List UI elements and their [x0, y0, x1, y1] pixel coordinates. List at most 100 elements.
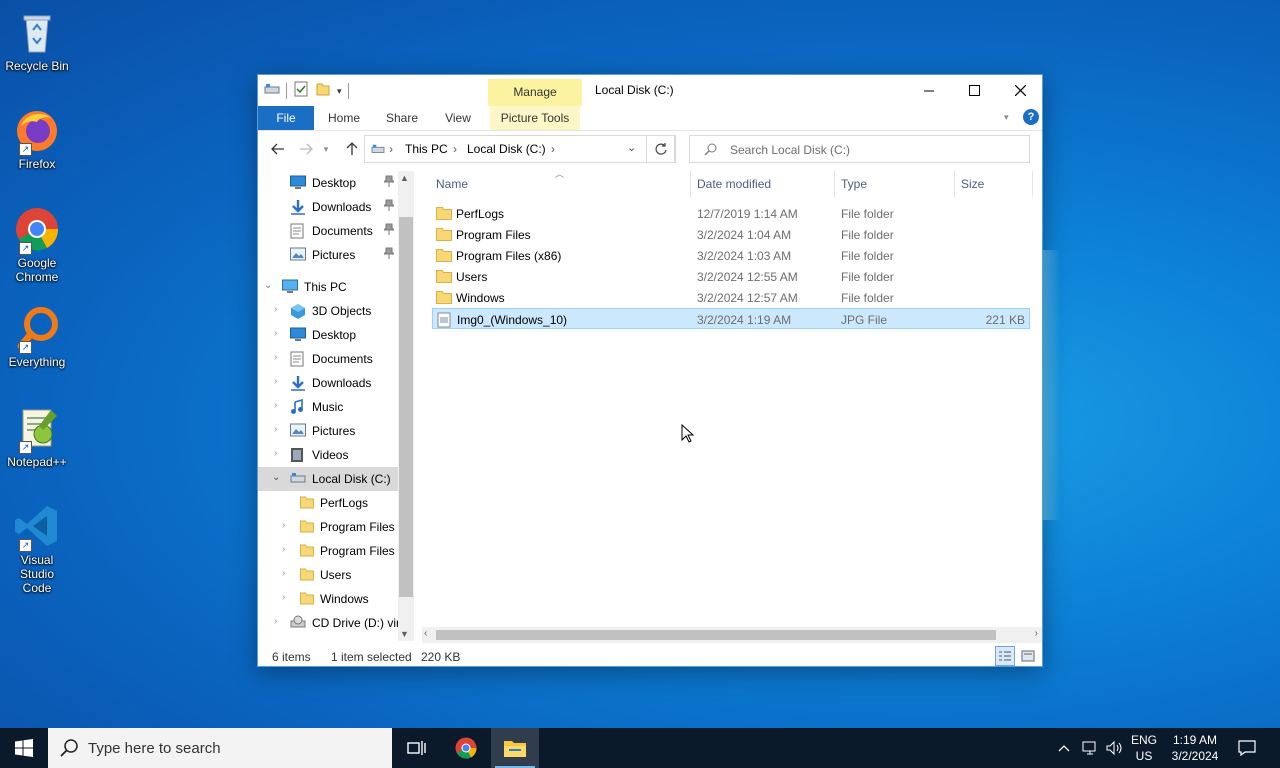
nav-item-downloads-pc[interactable]: › Downloads	[258, 371, 398, 395]
nav-item-documents-pc[interactable]: › Documents	[258, 347, 398, 371]
nav-item-program-files[interactable]: › Program Files	[258, 515, 398, 539]
scroll-up-icon[interactable]: ▲	[400, 173, 409, 183]
chevron-right-icon[interactable]: ›	[282, 592, 285, 603]
pin-icon[interactable]	[382, 247, 396, 262]
nav-item-local-disk[interactable]: ⌄ Local Disk (C:)	[258, 467, 398, 491]
file-row-selected[interactable]: Img0_(Windows_10) 3/2/2024 1:19 AM JPG F…	[432, 308, 1030, 329]
nav-item-3d-objects[interactable]: › 3D Objects	[258, 299, 398, 323]
desktop-icon-everything[interactable]: ↗ Everything	[4, 304, 70, 369]
file-row[interactable]: Program Files (x86) 3/2/2024 1:03 AM Fil…	[432, 245, 1030, 266]
pin-icon[interactable]	[382, 223, 396, 238]
tab-file[interactable]: File	[258, 106, 314, 130]
volume-button[interactable]	[1106, 728, 1126, 768]
column-header-type[interactable]: Type	[841, 171, 867, 197]
chevron-right-icon[interactable]: ›	[282, 568, 285, 579]
expand-ribbon-icon[interactable]: ▾	[1004, 112, 1009, 123]
drive-icon[interactable]	[264, 82, 280, 101]
nav-item-pictures[interactable]: Pictures	[258, 243, 398, 267]
pin-icon[interactable]	[382, 199, 396, 214]
breadcrumb-local-disk[interactable]: Local Disk (C:)	[467, 142, 546, 156]
new-folder-icon[interactable]	[315, 81, 331, 102]
nav-item-cd-drive[interactable]: › CD Drive (D:) virt	[258, 611, 403, 635]
column-separator[interactable]	[954, 171, 955, 197]
nav-item-desktop[interactable]: Desktop	[258, 171, 398, 195]
network-button[interactable]	[1082, 728, 1102, 768]
large-icons-view-button[interactable]	[1018, 646, 1038, 666]
column-separator[interactable]	[690, 171, 691, 197]
scrollbar-thumb[interactable]	[436, 630, 996, 640]
minimize-button[interactable]	[906, 75, 952, 106]
desktop-icon-notepadpp[interactable]: ↗ Notepad++	[4, 404, 70, 469]
nav-item-documents[interactable]: Documents	[258, 219, 398, 243]
task-view-button[interactable]	[392, 728, 440, 768]
file-row[interactable]: Program Files 3/2/2024 1:04 AM File fold…	[432, 224, 1030, 245]
column-header-date[interactable]: Date modified	[697, 171, 771, 197]
manage-contextual-tab[interactable]: Manage	[488, 79, 582, 106]
address-dropdown-chevron-icon[interactable]: ⌄	[627, 141, 636, 154]
chevron-right-icon[interactable]: ›	[274, 424, 277, 435]
chrome-taskbar-button[interactable]	[442, 728, 490, 768]
chevron-right-icon[interactable]: ›	[274, 328, 277, 339]
chevron-right-icon[interactable]: ›	[274, 376, 277, 387]
desktop-icon-vscode[interactable]: ↗ Visual Studio Code	[4, 502, 70, 595]
tab-picture-tools[interactable]: Picture Tools	[490, 106, 580, 130]
nav-item-videos[interactable]: › Videos	[258, 443, 398, 467]
chevron-right-icon[interactable]: ›	[274, 304, 277, 315]
horizontal-scrollbar[interactable]: ‹ ›	[422, 627, 1042, 643]
start-button[interactable]	[0, 728, 48, 768]
desktop-icon-chrome[interactable]: ↗ Google Chrome	[4, 205, 70, 284]
tab-share[interactable]: Share	[378, 106, 426, 130]
nav-pane-scrollbar[interactable]: ▲ ▼	[398, 171, 414, 641]
taskbar-search-box[interactable]: Type here to search	[48, 728, 392, 768]
scroll-left-icon[interactable]: ‹	[424, 628, 427, 639]
close-button[interactable]	[997, 75, 1043, 106]
desktop-icon-firefox[interactable]: ↗ Firefox	[4, 106, 70, 171]
tab-home[interactable]: Home	[320, 106, 368, 130]
action-center-button[interactable]	[1232, 728, 1262, 768]
nav-item-pictures-pc[interactable]: › Pictures	[258, 419, 398, 443]
nav-item-users[interactable]: › Users	[258, 563, 398, 587]
tab-view[interactable]: View	[434, 106, 482, 130]
details-view-button[interactable]	[995, 646, 1015, 666]
properties-icon[interactable]	[293, 81, 309, 102]
column-header-size[interactable]: Size	[961, 171, 984, 197]
forward-button[interactable]	[296, 139, 316, 159]
file-row[interactable]: Windows 3/2/2024 12:57 AM File folder	[432, 287, 1030, 308]
help-icon[interactable]: ?	[1023, 109, 1039, 125]
file-explorer-taskbar-button[interactable]	[491, 728, 539, 768]
clock[interactable]: 1:19 AM 3/2/2024	[1164, 728, 1226, 768]
nav-item-program-files-x86[interactable]: › Program Files (	[258, 539, 402, 563]
chevron-down-icon[interactable]: ⌄	[264, 280, 272, 291]
nav-item-this-pc[interactable]: ⌄ This PC	[258, 275, 398, 299]
chevron-down-icon[interactable]: ⌄	[272, 472, 280, 483]
nav-item-windows[interactable]: › Windows	[258, 587, 398, 611]
chevron-right-icon[interactable]: ›	[274, 400, 277, 411]
file-row[interactable]: PerfLogs 12/7/2019 1:14 AM File folder	[432, 203, 1030, 224]
show-hidden-icons-button[interactable]	[1058, 728, 1074, 768]
nav-item-desktop-pc[interactable]: › Desktop	[258, 323, 398, 347]
scroll-right-icon[interactable]: ›	[1035, 628, 1038, 639]
column-separator[interactable]	[1032, 171, 1033, 197]
back-button[interactable]	[268, 139, 288, 159]
search-box[interactable]: Search Local Disk (C:)	[689, 135, 1030, 163]
nav-item-perflogs[interactable]: PerfLogs	[258, 491, 398, 515]
chevron-right-icon[interactable]: ›	[282, 520, 285, 531]
chevron-right-icon[interactable]: ›	[274, 616, 277, 627]
input-language-button[interactable]: ENG US	[1130, 728, 1158, 768]
chevron-right-icon[interactable]: ›	[274, 352, 277, 363]
scroll-down-icon[interactable]: ▼	[400, 629, 409, 639]
chevron-right-icon[interactable]: ›	[282, 544, 285, 555]
column-header-name[interactable]: Name	[436, 171, 468, 197]
nav-item-music[interactable]: › Music	[258, 395, 398, 419]
address-bar[interactable]: › This PC › Local Disk (C:) › ⌄	[364, 135, 675, 163]
breadcrumb-this-pc[interactable]: This PC	[405, 142, 448, 156]
recent-locations-chevron-icon[interactable]: ▾	[320, 139, 332, 159]
column-separator[interactable]	[834, 171, 835, 197]
maximize-button[interactable]	[951, 75, 997, 106]
desktop-icon-recycle-bin[interactable]: Recycle Bin	[4, 8, 70, 73]
file-row[interactable]: Users 3/2/2024 12:55 AM File folder	[432, 266, 1030, 287]
refresh-button[interactable]	[646, 135, 676, 163]
nav-item-downloads[interactable]: Downloads	[258, 195, 398, 219]
chevron-right-icon[interactable]: ›	[274, 448, 277, 459]
scrollbar-thumb[interactable]	[399, 217, 413, 597]
